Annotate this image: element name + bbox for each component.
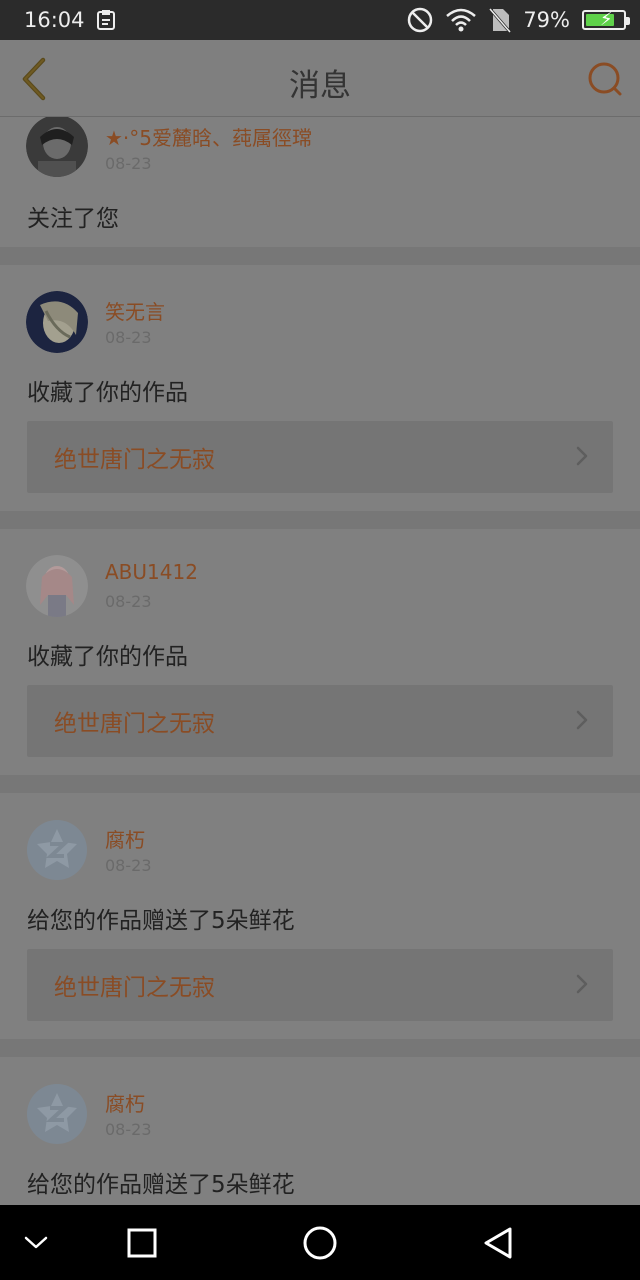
message-item[interactable]: 笑无言 08-23 收藏了你的作品 绝世唐门之无寂 — [0, 265, 640, 511]
search-icon — [588, 62, 622, 96]
clipboard-icon — [95, 9, 117, 31]
action-text: 关注了您 — [27, 206, 119, 232]
chevron-right-icon — [576, 446, 588, 466]
message-item[interactable]: ABU1412 08-23 收藏了你的作品 绝世唐门之无寂 — [0, 529, 640, 775]
back-icon — [484, 1227, 512, 1258]
work-title: 绝世唐门之无寂 — [54, 711, 215, 737]
bolt-icon: ⚡ — [600, 9, 613, 30]
message-time: 08-23 — [105, 1120, 152, 1139]
message-time: 08-23 — [105, 154, 152, 173]
collapse-icon — [24, 1236, 48, 1248]
avatar[interactable] — [26, 117, 88, 177]
default-avatar-icon[interactable] — [26, 819, 88, 881]
chevron-right-icon — [576, 974, 588, 994]
avatar[interactable] — [26, 291, 88, 353]
default-avatar-icon[interactable] — [26, 1083, 88, 1145]
divider — [0, 247, 640, 265]
home-button[interactable] — [280, 1205, 360, 1280]
wifi-icon — [445, 8, 477, 32]
avatar[interactable] — [26, 555, 88, 617]
divider — [0, 511, 640, 529]
username[interactable]: 腐朽 — [105, 824, 145, 853]
search-button[interactable] — [584, 58, 626, 100]
no-sim-icon — [489, 7, 512, 33]
navigation-bar — [0, 1205, 640, 1280]
app-header: 消息 — [0, 40, 640, 117]
status-bar: 16:04 79% ⚡ — [0, 0, 640, 40]
action-text: 给您的作品赠送了5朵鲜花 — [27, 1172, 295, 1198]
divider — [0, 775, 640, 793]
chevron-right-icon — [576, 710, 588, 730]
username[interactable]: 笑无言 — [105, 296, 165, 325]
battery-percent: 79% — [523, 8, 570, 32]
action-text: 收藏了你的作品 — [27, 644, 188, 670]
divider — [0, 1039, 640, 1057]
status-time: 16:04 — [24, 8, 85, 32]
message-time: 08-23 — [105, 592, 152, 611]
message-time: 08-23 — [105, 856, 152, 875]
work-link[interactable]: 绝世唐门之无寂 — [27, 421, 613, 493]
action-text: 收藏了你的作品 — [27, 380, 188, 406]
work-link[interactable]: 绝世唐门之无寂 — [27, 685, 613, 757]
recents-icon — [127, 1228, 157, 1257]
username[interactable]: 腐朽 — [105, 1088, 145, 1117]
back-nav-button[interactable] — [458, 1205, 538, 1280]
work-title: 绝世唐门之无寂 — [54, 447, 215, 473]
username[interactable]: ABU1412 — [105, 560, 198, 584]
do-not-disturb-icon — [407, 7, 433, 33]
recents-button[interactable] — [102, 1205, 182, 1280]
message-item[interactable]: 腐朽 08-23 给您的作品赠送了5朵鲜花 绝世唐门之无寂 — [0, 793, 640, 1039]
username[interactable]: ★·°5爱麓晗、莼属徑瑺 — [105, 122, 312, 151]
message-time: 08-23 — [105, 328, 152, 347]
message-item[interactable]: 腐朽 08-23 给您的作品赠送了5朵鲜花 — [0, 1057, 640, 1205]
work-link[interactable]: 绝世唐门之无寂 — [27, 949, 613, 1021]
collapse-button[interactable] — [0, 1205, 76, 1280]
message-list[interactable]: ★·°5爱麓晗、莼属徑瑺 08-23 关注了您 笑无言 08-23 收藏了你的作… — [0, 117, 640, 1205]
work-title: 绝世唐门之无寂 — [54, 975, 215, 1001]
page-title: 消息 — [289, 68, 351, 104]
battery-charging-icon: ⚡ — [582, 9, 630, 30]
home-icon — [303, 1226, 337, 1259]
action-text: 给您的作品赠送了5朵鲜花 — [27, 908, 295, 934]
message-item[interactable]: ★·°5爱麓晗、莼属徑瑺 08-23 关注了您 — [0, 117, 640, 247]
